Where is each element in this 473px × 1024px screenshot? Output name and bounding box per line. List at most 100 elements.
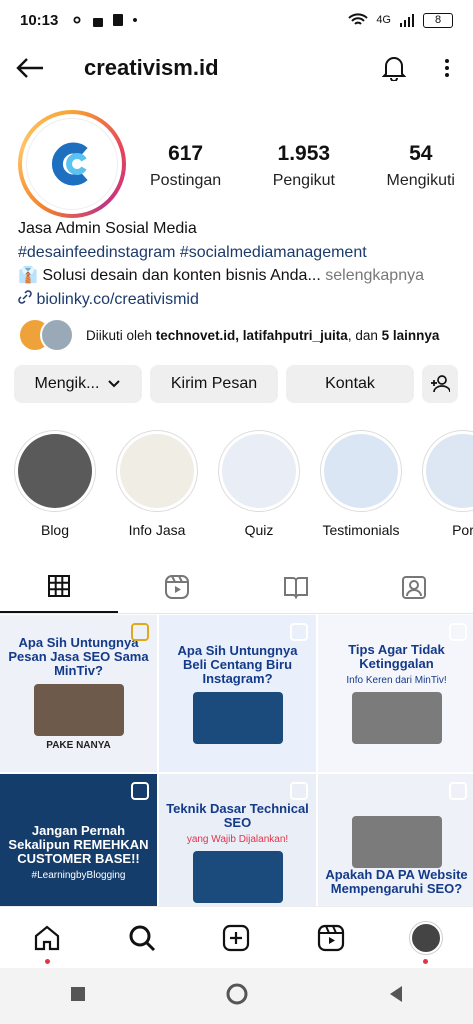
wifi-icon (348, 13, 369, 25)
highlight-info-jasa[interactable]: Info Jasa (114, 430, 200, 538)
post-tile[interactable]: Tips Agar Tidak Ketinggalan Info Keren d… (318, 615, 473, 772)
post-subtext: #LearningbyBlogging (31, 870, 126, 881)
status-icons: • (70, 11, 138, 29)
tab-guides[interactable] (237, 560, 355, 613)
following-stat[interactable]: 54 Mengikuti (387, 142, 455, 190)
highlight-cover (18, 434, 92, 508)
post-subtext: PAKE NANYA (46, 740, 111, 751)
network-label: 4G (376, 14, 391, 26)
post-photo (351, 692, 442, 744)
post-headline: Apakah DA PA Website Mempengaruhi SEO? (325, 866, 468, 896)
battery-level: 8 (434, 14, 442, 26)
more-options-button[interactable] (437, 58, 457, 78)
reels-icon (317, 924, 345, 951)
dot-icon: • (132, 11, 138, 29)
back-button[interactable] (16, 50, 52, 86)
suggest-people-button[interactable] (422, 365, 458, 403)
highlight-label: Por (452, 522, 473, 538)
highlight-label: Info Jasa (128, 522, 186, 538)
arrow-left-icon (16, 58, 43, 78)
nav-reels-button[interactable] (311, 918, 351, 958)
recent-apps-button[interactable] (70, 986, 86, 1007)
post-photo (351, 815, 442, 868)
bio-tagline: Solusi desain dan konten bisnis Anda... (42, 267, 321, 284)
tab-reels[interactable] (118, 560, 236, 613)
post-subtext: yang Wajib Dijalankan! (186, 834, 289, 845)
following-button-label: Mengik... (34, 375, 100, 392)
posts-grid: Apa Sih Untungnya Pesan Jasa SEO Sama Mi… (0, 615, 473, 931)
highlight-quiz[interactable]: Quiz (216, 430, 302, 538)
bio-link[interactable]: biolinky.co/creativismid (36, 291, 198, 308)
book-icon (283, 576, 308, 599)
highlight-portfolio[interactable]: Por (420, 430, 473, 538)
followers-stat[interactable]: 1.953 Pengikut (273, 142, 335, 190)
following-button[interactable]: Mengik... (14, 365, 142, 403)
profile-avatar[interactable] (18, 110, 126, 218)
tab-posts[interactable] (0, 560, 119, 613)
post-tile[interactable]: Apa Sih Untungnya Pesan Jasa SEO Sama Mi… (0, 615, 157, 772)
nav-profile-button[interactable] (406, 918, 446, 964)
notifications-button[interactable] (379, 53, 409, 83)
grid-icon (48, 574, 71, 597)
status-right: 4G 8 (348, 12, 453, 28)
post-subtext: Info Keren dari MinTiv! (346, 675, 447, 686)
nav-home-button[interactable] (27, 918, 67, 964)
triangle-back-icon (389, 985, 402, 1002)
story-highlights: Blog Info Jasa Quiz Testimonials Por (12, 430, 473, 538)
reel-icon (290, 782, 308, 800)
link-icon (18, 289, 32, 304)
contact-button[interactable]: Kontak (286, 365, 414, 403)
search-icon (129, 925, 155, 951)
content-tabs (0, 560, 473, 614)
reels-icon (165, 574, 190, 599)
back-system-button[interactable] (388, 985, 404, 1008)
bio-tagline-line: 👔 Solusi desain dan konten bisnis Anda..… (18, 264, 458, 288)
highlight-cover (120, 434, 194, 508)
post-headline: Apa Sih Untungnya Beli Centang Biru Inst… (177, 642, 298, 686)
bio-link-line[interactable]: biolinky.co/creativismid (18, 288, 458, 312)
home-system-button[interactable] (225, 982, 249, 1011)
post-headline: Apa Sih Untungnya Pesan Jasa SEO Sama Mi… (8, 635, 149, 678)
post-photo (192, 851, 283, 903)
following-label: Mengikuti (386, 172, 455, 189)
followed-by-and: , dan (347, 327, 378, 343)
posts-stat[interactable]: 617 Postingan (150, 142, 221, 190)
system-navigation (0, 968, 473, 1024)
tab-tagged[interactable] (355, 560, 473, 613)
add-person-icon (431, 375, 450, 393)
square-icon (70, 986, 85, 1001)
nav-search-button[interactable] (122, 918, 162, 958)
carousel-icon (449, 623, 467, 641)
followed-by-names: technovet.id, latifahputri_juita (155, 327, 348, 343)
post-headline: Tips Agar Tidak Ketinggalan (348, 642, 445, 671)
highlight-label: Quiz (244, 522, 274, 538)
sim-icon (113, 14, 124, 26)
post-tile[interactable]: Apa Sih Untungnya Beli Centang Biru Inst… (159, 615, 316, 772)
status-bar: 10:13 • 4G 8 (0, 0, 473, 40)
bio-hashtags[interactable]: #desainfeedinstagram #socialmediamanagem… (18, 241, 458, 265)
reel-icon (290, 623, 308, 641)
profile-header: creativism.id (0, 40, 473, 96)
post-photo (192, 691, 283, 744)
message-button[interactable]: Kirim Pesan (150, 365, 278, 403)
see-more-link[interactable]: selengkapnya (325, 267, 424, 284)
posts-count: 617 (168, 142, 204, 165)
circle-icon (226, 983, 247, 1004)
settings-icon (73, 16, 81, 24)
status-time: 10:13 (20, 11, 59, 29)
followers-label: Pengikut (272, 172, 335, 189)
nav-create-button[interactable] (216, 918, 256, 958)
highlight-cover (426, 434, 473, 508)
profile-avatar-small (409, 921, 442, 954)
highlight-label: Blog (40, 522, 70, 538)
profile-bio: Jasa Admin Sosial Media #desainfeedinsta… (18, 217, 458, 311)
bell-icon (382, 57, 406, 81)
tie-icon: 👔 (18, 267, 38, 284)
more-vertical-icon (445, 59, 449, 77)
highlight-testimonials[interactable]: Testimonials (318, 430, 404, 538)
followers-count: 1.953 (277, 142, 331, 165)
followed-by-prefix: Diikuti oleh (86, 327, 153, 343)
mutual-followers[interactable]: Diikuti oleh technovet.id, latifahputri_… (18, 318, 463, 352)
chevron-down-icon (108, 380, 121, 388)
highlight-blog[interactable]: Blog (12, 430, 98, 538)
